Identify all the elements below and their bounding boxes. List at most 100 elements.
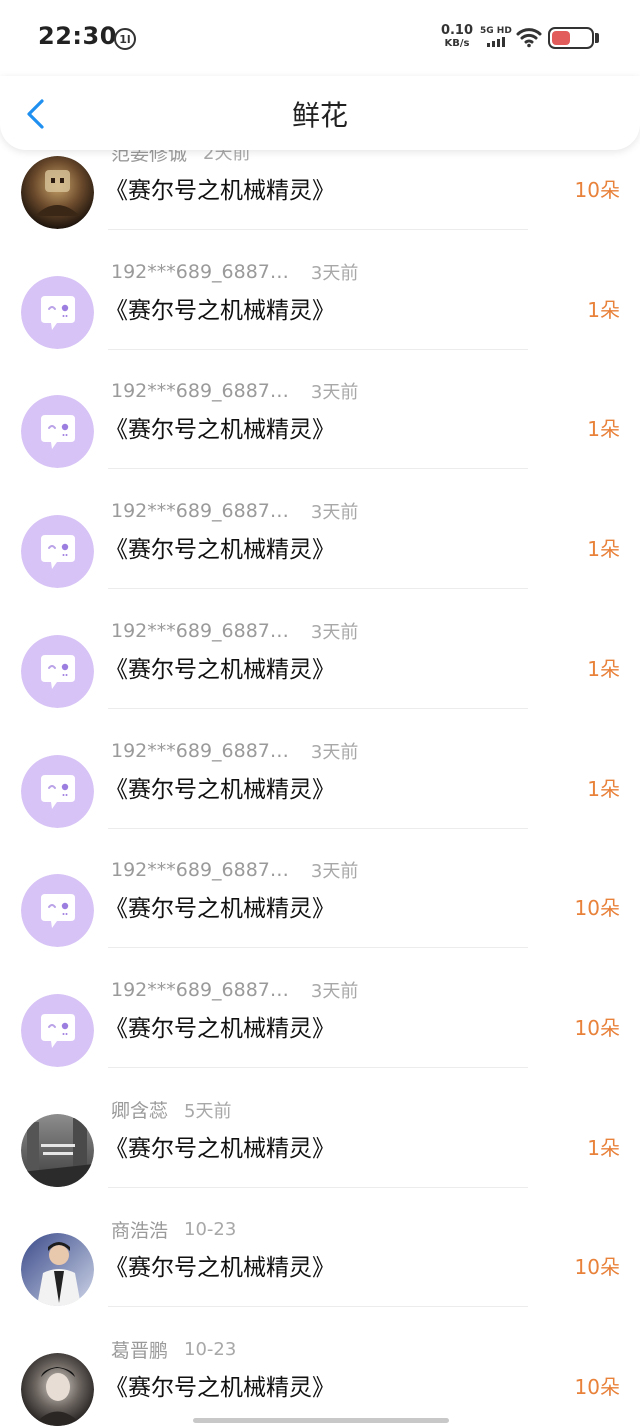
row-divider <box>108 1306 528 1308</box>
network-speed: 0.10 KB/s <box>440 24 474 50</box>
item-time: 10-23 <box>184 1218 237 1240</box>
user-name[interactable]: 192***689_6887… <box>111 500 289 522</box>
flower-count: 10朵 <box>574 178 620 202</box>
flower-count: 1朵 <box>587 297 620 322</box>
avatar[interactable] <box>21 156 94 229</box>
user-photo-avatar <box>21 1233 94 1307</box>
user-name[interactable]: 192***689_6887… <box>111 380 289 402</box>
row-divider <box>108 707 528 709</box>
list-item[interactable]: 192***689_6887… 3天前《赛尔号之机械精灵》 1朵 <box>0 615 640 735</box>
data-saver-icon: 1l <box>114 28 136 50</box>
item-time: 3天前 <box>310 621 359 643</box>
user-photo-avatar <box>21 1353 94 1426</box>
book-title[interactable]: 《赛尔号之机械精灵》 <box>105 171 335 205</box>
item-time: 3天前 <box>310 861 359 883</box>
default-avatar-icon <box>21 754 94 828</box>
flower-count: 1朵 <box>587 776 620 801</box>
page-title: 鲜花 <box>291 99 348 132</box>
item-meta: 192***689_6887… 3天前 <box>111 856 358 884</box>
avatar[interactable] <box>21 1113 94 1187</box>
user-name[interactable]: 192***689_6887… <box>111 979 289 1001</box>
item-meta: 192***689_6887… 3天前 <box>111 617 358 645</box>
book-title[interactable]: 《赛尔号之机械精灵》 <box>105 530 335 564</box>
list-item[interactable]: 卿含蕊 5天前《赛尔号之机械精灵》 1朵 <box>0 1094 640 1214</box>
row-divider <box>108 1066 528 1068</box>
avatar[interactable] <box>21 874 94 948</box>
book-title[interactable]: 《赛尔号之机械精灵》 <box>105 291 335 325</box>
item-meta: 192***689_6887… 3天前 <box>111 377 358 405</box>
user-name[interactable]: 葛晋鹏 <box>111 1336 168 1363</box>
wifi-icon <box>516 28 542 48</box>
item-meta: 192***689_6887… 3天前 <box>111 497 358 525</box>
item-meta: 葛晋鹏 10-23 <box>111 1335 236 1363</box>
user-name[interactable]: 192***689_6887… <box>111 859 289 881</box>
flower-count: 10朵 <box>574 1375 620 1399</box>
item-time: 3天前 <box>310 980 359 1002</box>
user-name[interactable]: 商浩浩 <box>111 1216 168 1243</box>
avatar[interactable] <box>21 634 94 708</box>
status-bar: 22:30 1l 0.10 KB/s 5G HD <box>0 0 640 76</box>
flower-count: 10朵 <box>574 896 620 921</box>
book-title[interactable]: 《赛尔号之机械精灵》 <box>105 1009 335 1043</box>
book-title[interactable]: 《赛尔号之机械精灵》 <box>105 410 335 444</box>
book-title[interactable]: 《赛尔号之机械精灵》 <box>105 1129 335 1163</box>
item-meta: 卿含蕊 5天前 <box>111 1096 231 1124</box>
list-item[interactable]: 192***689_6887… 3天前《赛尔号之机械精灵》 10朵 <box>0 854 640 974</box>
list-item[interactable]: 192***689_6887… 3天前《赛尔号之机械精灵》 1朵 <box>0 256 640 376</box>
row-divider <box>108 348 528 350</box>
list-item[interactable]: 192***689_6887… 3天前《赛尔号之机械精灵》 1朵 <box>0 495 640 615</box>
network-type: 5G HD <box>480 26 512 36</box>
row-divider <box>108 827 528 829</box>
book-title[interactable]: 《赛尔号之机械精灵》 <box>105 650 335 684</box>
default-avatar-icon <box>21 275 94 349</box>
user-photo-avatar <box>21 156 94 229</box>
avatar[interactable] <box>21 515 94 589</box>
default-avatar-icon <box>21 395 94 469</box>
status-time: 22:30 <box>38 22 117 50</box>
network-speed-unit: KB/s <box>444 38 470 49</box>
network-speed-value: 0.10 <box>440 23 474 38</box>
list-item[interactable]: 192***689_6887… 3天前《赛尔号之机械精灵》 1朵 <box>0 735 640 855</box>
default-avatar-icon <box>21 515 94 589</box>
item-time: 3天前 <box>310 262 359 284</box>
signal-icon <box>487 37 509 47</box>
list-item[interactable]: 葛晋鹏 10-23 《赛尔号之机械精灵》 10朵 <box>0 1333 640 1427</box>
user-name[interactable]: 192***689_6887… <box>111 740 289 762</box>
flower-count: 1朵 <box>587 656 620 681</box>
item-meta: 192***689_6887… 3天前 <box>111 976 358 1004</box>
user-name[interactable]: 卿含蕊 <box>111 1096 168 1123</box>
book-title[interactable]: 《赛尔号之机械精灵》 <box>105 1368 335 1402</box>
flower-count: 1朵 <box>587 537 620 562</box>
user-name[interactable]: 192***689_6887… <box>111 620 289 642</box>
default-avatar-icon <box>21 993 94 1067</box>
avatar[interactable] <box>21 395 94 469</box>
book-title[interactable]: 《赛尔号之机械精灵》 <box>105 1248 335 1282</box>
home-indicator[interactable] <box>193 1418 449 1423</box>
book-title[interactable]: 《赛尔号之机械精灵》 <box>105 770 335 804</box>
row-divider <box>108 588 528 590</box>
avatar[interactable] <box>21 993 94 1067</box>
avatar[interactable] <box>21 275 94 349</box>
battery-tip <box>595 33 599 43</box>
item-time: 10-23 <box>184 1338 237 1360</box>
row-divider <box>108 468 528 470</box>
list-item[interactable]: 192***689_6887… 3天前 《赛尔号之机械精灵》 10朵 <box>0 974 640 1094</box>
list-item[interactable]: 192***689_6887… 3天前《赛尔号之机械精灵》 1朵 <box>0 375 640 495</box>
avatar[interactable] <box>21 1233 94 1307</box>
flower-count: 10朵 <box>574 1255 620 1280</box>
navigation-bar: 鲜花 <box>0 76 640 150</box>
flower-count: 1朵 <box>587 417 620 442</box>
item-meta: 192***689_6887… 3天前 <box>111 737 358 765</box>
battery-icon <box>548 27 594 49</box>
avatar[interactable] <box>21 754 94 828</box>
list-item[interactable]: 范姜修诚 2天前 《赛尔号之机械精灵》 10朵 <box>0 136 640 256</box>
book-title[interactable]: 《赛尔号之机械精灵》 <box>105 889 335 923</box>
item-time: 3天前 <box>310 382 359 404</box>
list-item[interactable]: 商浩浩 10-23 《赛尔号之机械精灵》 10朵 <box>0 1213 640 1333</box>
user-name[interactable]: 192***689_6887… <box>111 261 289 283</box>
flower-count: 1朵 <box>587 1135 620 1160</box>
item-meta: 192***689_6887… 3天前 <box>111 258 358 286</box>
user-photo-avatar <box>21 1113 94 1187</box>
default-avatar-icon <box>21 874 94 948</box>
avatar[interactable] <box>21 1353 94 1426</box>
